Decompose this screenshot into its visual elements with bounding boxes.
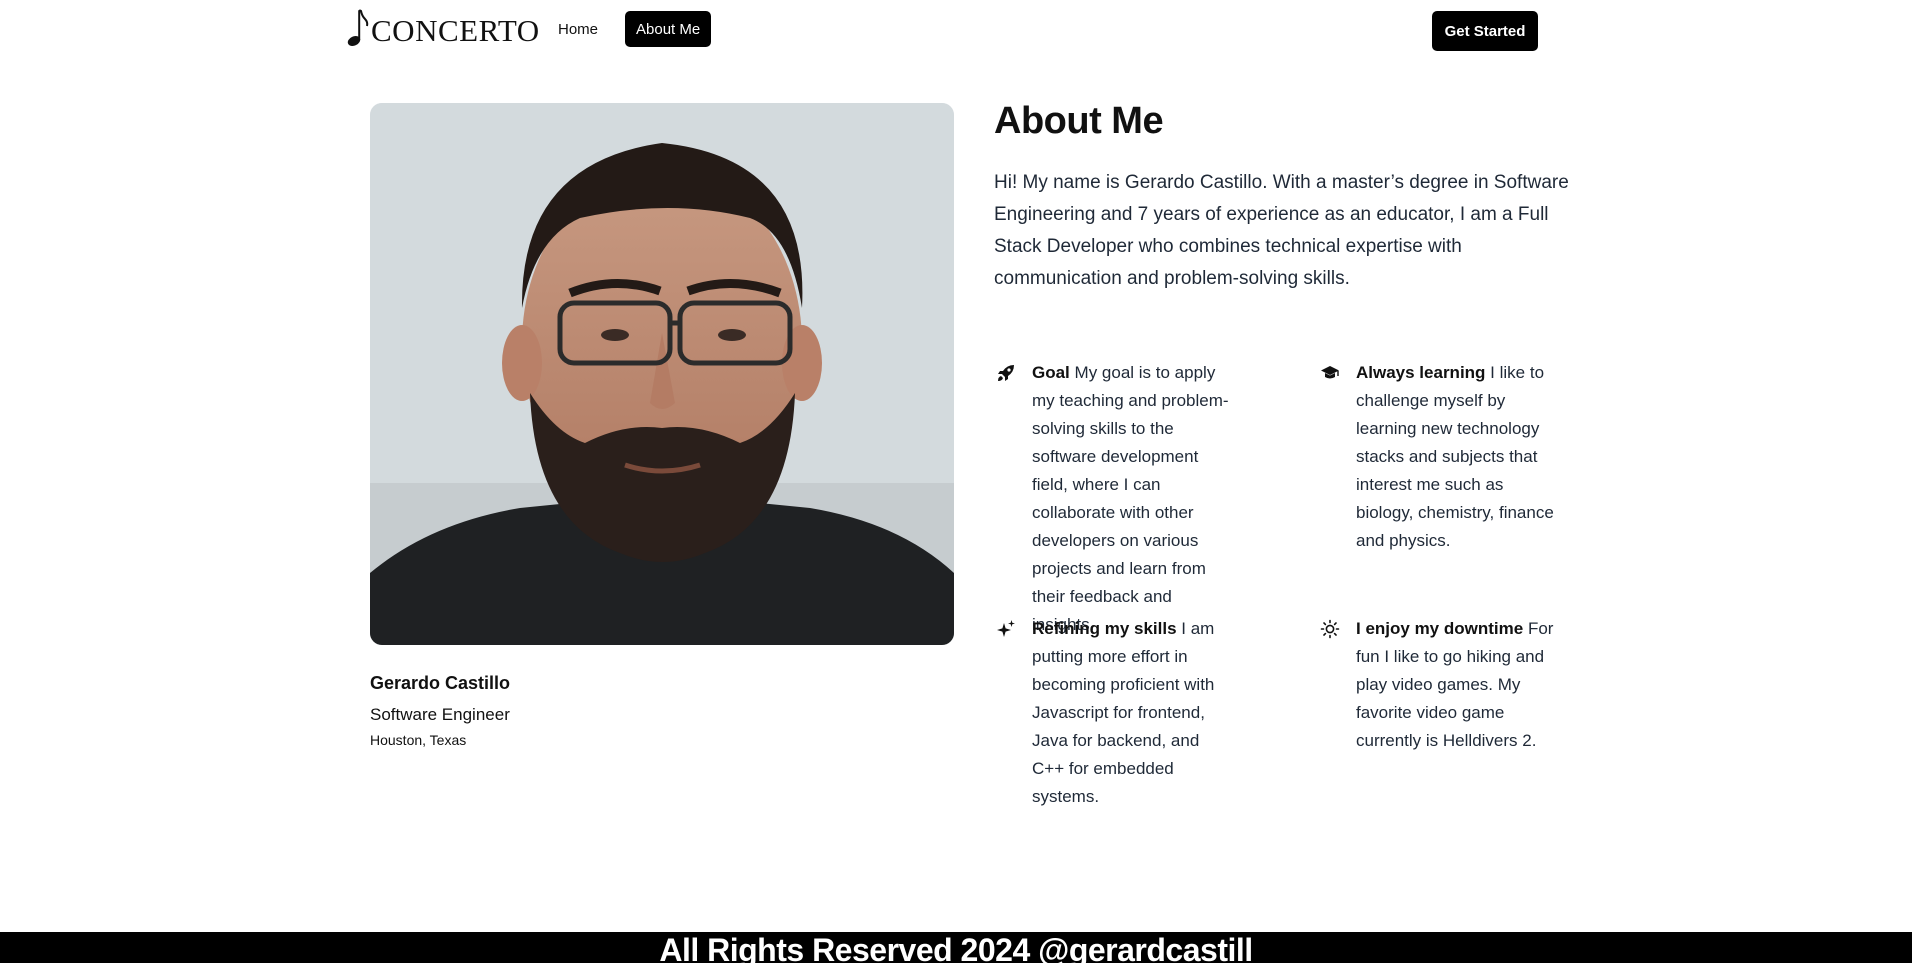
feature-goal: Goal My goal is to apply my teaching and…	[996, 359, 1236, 639]
music-note-icon	[347, 9, 369, 46]
feature-text: I am putting more effort in becoming pro…	[1032, 619, 1215, 806]
feature-downtime: I enjoy my downtime For fun I like to go…	[1320, 615, 1560, 755]
site-header: CONCERTO Home About Me Get Started	[0, 0, 1912, 60]
feature-always-learning: Always learning I like to challenge myse…	[1320, 359, 1560, 555]
feature-title: Always learning	[1356, 363, 1486, 382]
page-title: About Me	[994, 100, 1164, 142]
person-location: Houston, Texas	[370, 732, 467, 748]
feature-title: I enjoy my downtime	[1356, 619, 1524, 638]
person-role: Software Engineer	[370, 705, 510, 724]
feature-text: I like to challenge myself by learning n…	[1356, 363, 1554, 550]
logo-text: CONCERTO	[371, 12, 540, 48]
logo[interactable]: CONCERTO	[346, 8, 540, 48]
bio-paragraph: Hi! My name is Gerardo Castillo. With a …	[994, 172, 1569, 289]
nav-about-link[interactable]: About Me	[625, 11, 712, 47]
rocket-icon	[998, 365, 1014, 381]
feature-text: For fun I like to go hiking and play vid…	[1356, 619, 1554, 750]
profile-photo	[370, 103, 954, 645]
person-name: Gerardo Castillo	[370, 673, 511, 693]
get-started-button[interactable]: Get Started	[1432, 11, 1538, 51]
graduation-cap-icon	[1321, 366, 1339, 379]
nav-home-link[interactable]: Home	[547, 11, 609, 47]
feature-title: Refining my skills	[1032, 619, 1177, 638]
feature-title: Goal	[1032, 363, 1070, 382]
sparkles-icon	[997, 620, 1015, 637]
feature-text: My goal is to apply my teaching and prob…	[1032, 363, 1229, 634]
feature-refining-skills: Refining my skills I am putting more eff…	[996, 615, 1236, 811]
sun-icon	[1320, 619, 1340, 639]
footer-copyright: All Rights Reserved 2024 @gerardcastill	[659, 932, 1253, 963]
site-footer: All Rights Reserved 2024 @gerardcastill	[0, 932, 1912, 963]
